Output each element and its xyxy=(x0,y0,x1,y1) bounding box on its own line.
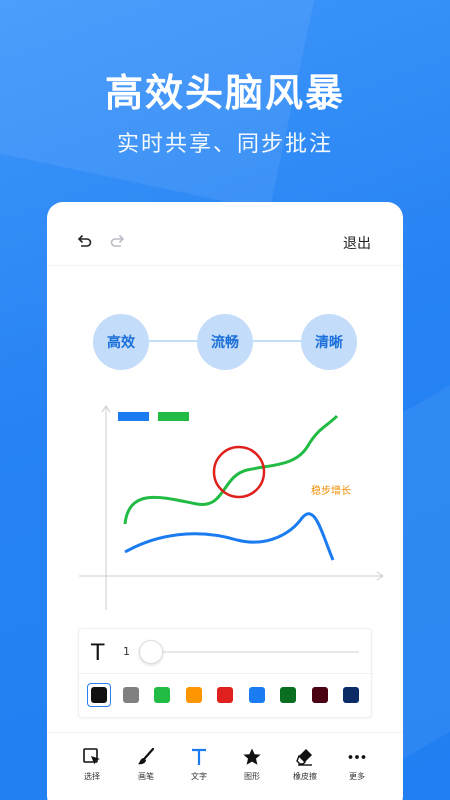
color-swatches xyxy=(87,683,369,711)
brush-icon xyxy=(119,747,173,767)
app-screen: 退出 高效 流畅 清晰 稳步增长 T 1 选择 画笔 文字 图形 橡皮擦 更多 xyxy=(47,202,403,800)
color-swatch-fill xyxy=(311,687,328,703)
select-cursor-icon xyxy=(65,747,119,767)
color-swatch-fill xyxy=(217,687,233,703)
color-swatch[interactable] xyxy=(276,683,300,707)
text-size-icon: T xyxy=(91,641,105,666)
color-swatch-fill xyxy=(91,687,107,703)
color-swatch[interactable] xyxy=(119,683,143,707)
text-size-slider-thumb[interactable] xyxy=(139,640,163,664)
tool-select-cursor[interactable]: 选择 xyxy=(65,747,119,782)
more-dots-icon xyxy=(330,747,384,767)
tool-label: 画笔 xyxy=(138,772,154,781)
color-swatch[interactable] xyxy=(245,683,269,707)
color-swatch-fill xyxy=(122,687,139,703)
text-style-panel: T 1 xyxy=(78,628,373,718)
legend-swatch-green xyxy=(158,412,189,421)
promo-title: 高效头脑风暴 xyxy=(104,71,345,115)
annotation-text[interactable]: 稳步增长 xyxy=(311,482,351,497)
tool-more-dots[interactable]: 更多 xyxy=(330,747,384,782)
undo-icon[interactable] xyxy=(75,232,93,250)
tool-label: 橡皮擦 xyxy=(293,772,317,781)
tool-label: 选择 xyxy=(84,772,100,781)
mindmap-node[interactable]: 流畅 xyxy=(197,314,253,370)
color-swatch[interactable] xyxy=(308,683,332,707)
color-swatch-fill xyxy=(280,687,296,703)
text-icon xyxy=(172,747,226,767)
whiteboard-canvas[interactable]: 高效 流畅 清晰 稳步增长 xyxy=(47,266,403,626)
green-freehand-line xyxy=(123,414,339,525)
tool-label: 图形 xyxy=(244,772,260,781)
color-swatch-fill xyxy=(185,687,202,703)
bottom-toolbar: 选择 画笔 文字 图形 橡皮擦 更多 xyxy=(47,732,403,796)
star-shape-icon xyxy=(225,747,279,767)
color-swatch[interactable] xyxy=(150,683,174,707)
redo-icon[interactable] xyxy=(109,232,127,250)
tool-eraser[interactable]: 橡皮擦 xyxy=(278,747,332,782)
color-swatch[interactable] xyxy=(182,683,206,707)
tool-brush[interactable]: 画笔 xyxy=(119,747,173,782)
color-swatch-fill xyxy=(343,687,359,703)
mindmap-node[interactable]: 高效 xyxy=(93,314,149,370)
tool-label: 更多 xyxy=(349,772,365,781)
eraser-icon xyxy=(278,747,332,767)
top-bar: 退出 xyxy=(47,202,403,266)
text-size-slider-track[interactable] xyxy=(141,651,359,653)
divider xyxy=(79,673,373,674)
blue-freehand-line xyxy=(124,512,335,561)
color-swatch[interactable] xyxy=(87,683,111,707)
legend-swatch-blue xyxy=(118,412,149,421)
text-size-value: 1 xyxy=(123,645,130,658)
promo-subtitle: 实时共享、同步批注 xyxy=(116,132,333,157)
mindmap-node[interactable]: 清晰 xyxy=(301,314,357,370)
exit-button[interactable]: 退出 xyxy=(343,233,371,253)
color-swatch-fill xyxy=(154,687,170,703)
tool-star-shape[interactable]: 图形 xyxy=(225,747,279,782)
tool-label: 文字 xyxy=(191,772,207,781)
tool-text[interactable]: 文字 xyxy=(172,747,226,782)
color-swatch-fill xyxy=(248,687,265,703)
color-swatch[interactable] xyxy=(213,683,237,707)
color-swatch[interactable] xyxy=(339,683,363,707)
